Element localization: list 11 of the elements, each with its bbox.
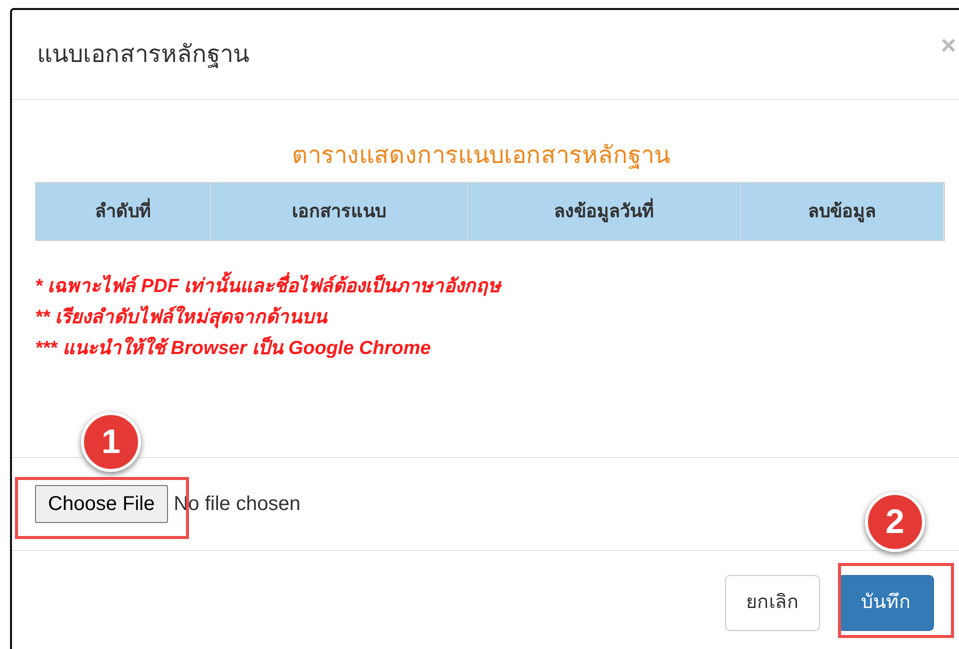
column-header: ลำดับที่: [36, 183, 211, 240]
table-title: ตารางแสดงการแนบเอกสารหลักฐาน: [291, 141, 671, 171]
note-text: ** เรียงลำดับไฟล์ใหม่สุดจากด้านบน: [35, 306, 329, 329]
column-header: ลงข้อมูลวันที่: [468, 183, 741, 240]
choose-file-button[interactable]: Choose File: [35, 485, 168, 523]
save-button[interactable]: บันทึก: [838, 575, 934, 631]
note-text: *** แนะนำให้ใช้ Browser เป็น Google Chrome: [35, 337, 432, 360]
cancel-button[interactable]: ยกเลิก: [725, 575, 820, 631]
column-header: เอกสารแนบ: [211, 183, 468, 240]
column-header: ลบข้อมูล: [741, 183, 944, 240]
dialog-title: แนบเอกสารหลักฐาน: [37, 40, 249, 70]
